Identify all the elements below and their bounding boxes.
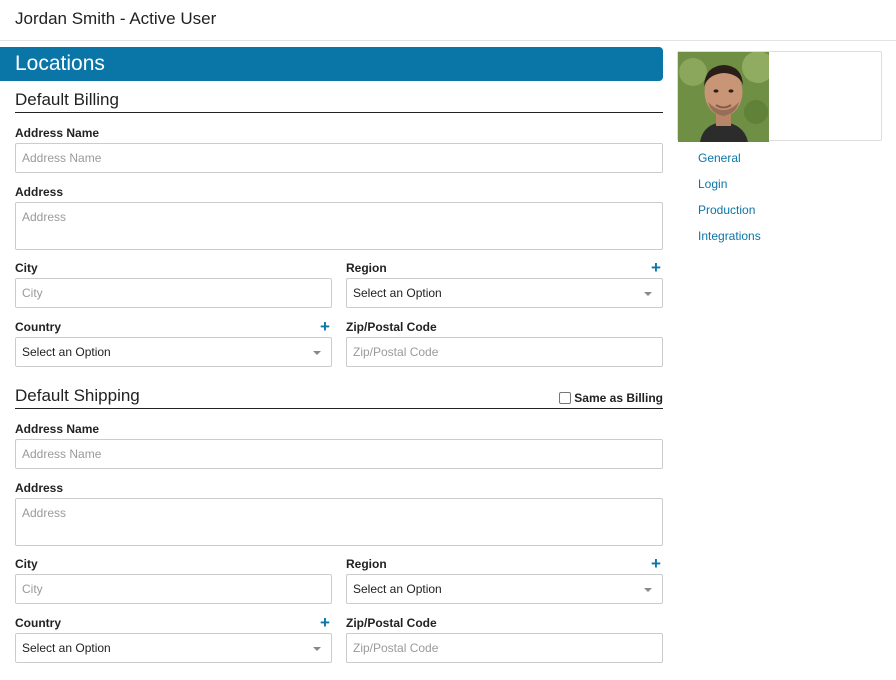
shipping-region-label: Region [346,557,387,571]
shipping-add-region-icon[interactable]: + [651,555,661,572]
billing-address-name-label: Address Name [15,126,100,140]
billing-zip-input[interactable] [346,337,663,367]
shipping-section-title: Default Shipping [15,386,140,405]
shipping-city-input[interactable] [15,574,332,604]
chevron-down-icon [313,647,321,651]
same-as-billing-checkbox[interactable]: Same as Billing [559,391,663,405]
billing-country-label: Country [15,320,61,334]
billing-region-select[interactable]: Select an Option [346,278,663,308]
chevron-down-icon [644,588,652,592]
nav-link-production[interactable]: Production [698,202,761,228]
chevron-down-icon [644,292,652,296]
nav-link-general[interactable]: General [698,150,761,176]
profile-card [677,51,882,142]
shipping-address-name-label: Address Name [15,422,100,436]
billing-section-header: Default Billing [15,90,663,113]
top-bar: Jordan Smith - Active User [0,0,896,41]
billing-address-input[interactable] [15,202,663,250]
billing-address-label: Address [15,185,64,199]
shipping-address-name-input[interactable] [15,439,663,469]
billing-section-title: Default Billing [15,90,119,109]
shipping-region-select[interactable]: Select an Option [346,574,663,604]
billing-zip-label: Zip/Postal Code [346,320,437,334]
checkbox-icon[interactable] [559,392,572,404]
avatar [678,52,769,142]
nav-link-login[interactable]: Login [698,176,761,202]
banner-title: Locations [15,52,105,75]
billing-address-name-input[interactable] [15,143,663,173]
billing-city-label: City [15,261,38,275]
page-title: Jordan Smith - Active User [15,9,217,28]
billing-country-select[interactable]: Select an Option [15,337,332,367]
billing-city-input[interactable] [15,278,332,308]
chevron-down-icon [313,351,321,355]
billing-country-value: Select an Option [22,345,111,359]
same-as-billing-label: Same as Billing [574,391,663,405]
avatar-photo-icon [678,52,769,142]
shipping-address-input[interactable] [15,498,663,546]
billing-region-value: Select an Option [353,286,442,300]
shipping-zip-input[interactable] [346,633,663,663]
shipping-city-label: City [15,557,38,571]
shipping-section-header: Default Shipping Same as Billing [15,386,663,409]
billing-add-country-icon[interactable]: + [320,318,330,335]
shipping-country-label: Country [15,616,61,630]
nav-link-integrations[interactable]: Integrations [698,228,761,254]
locations-banner: Locations [0,47,663,81]
shipping-country-value: Select an Option [22,641,111,655]
shipping-add-country-icon[interactable]: + [320,614,330,631]
shipping-zip-label: Zip/Postal Code [346,616,437,630]
profile-nav: General Login Production Integrations [698,150,761,254]
billing-add-region-icon[interactable]: + [651,259,661,276]
shipping-country-select[interactable]: Select an Option [15,633,332,663]
billing-region-label: Region [346,261,387,275]
shipping-address-label: Address [15,481,64,495]
shipping-region-value: Select an Option [353,582,442,596]
